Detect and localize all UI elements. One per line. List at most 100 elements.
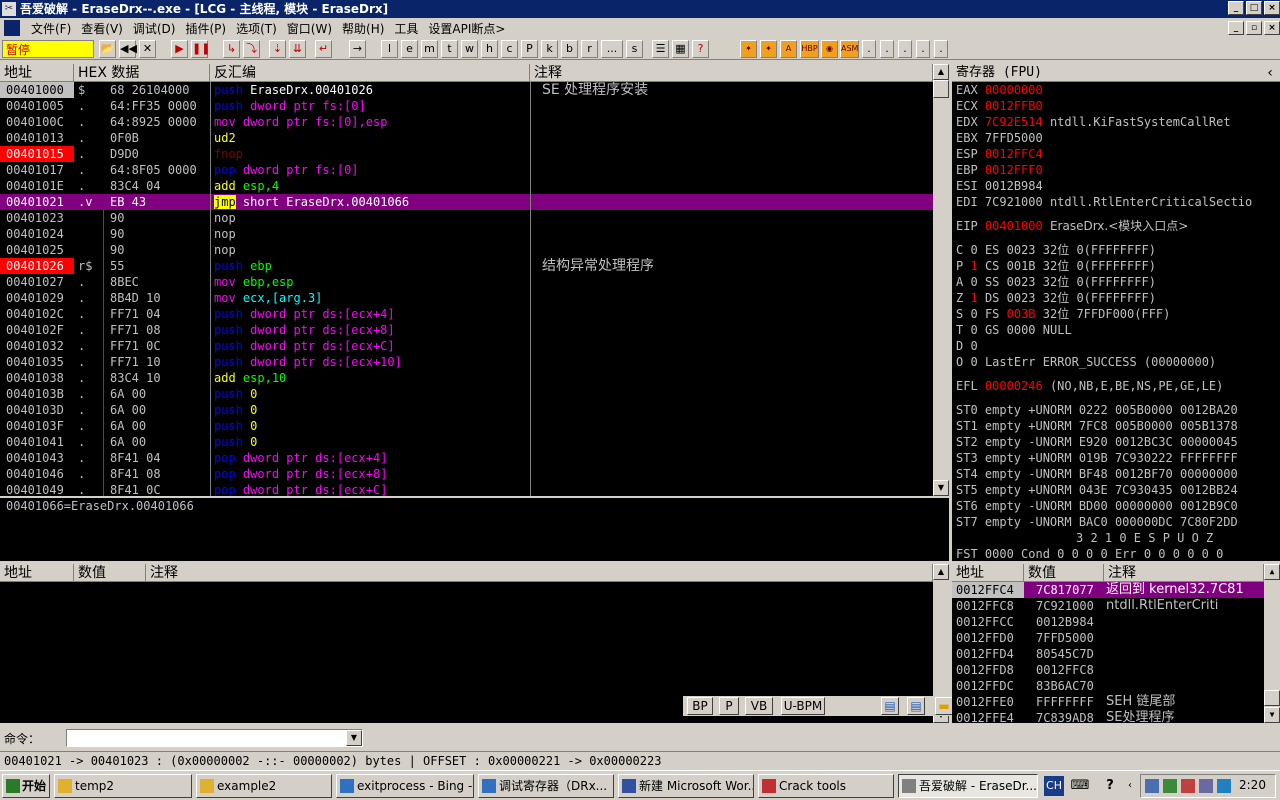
fpu-register[interactable]: ST1 empty +UNORM 7FC8 005B0000 005B1378	[956, 418, 1238, 434]
tray-monitor-icon[interactable]	[1199, 779, 1213, 793]
view-button-9[interactable]: b	[561, 40, 578, 58]
execute-till-return-icon[interactable]: ↵	[315, 40, 332, 58]
pause-icon[interactable]: ❚❚	[191, 40, 210, 58]
disasm-row[interactable]: 00401032. FF71 0C push dword ptr ds:[ecx+C…	[0, 338, 933, 354]
view-button-1[interactable]: e	[401, 40, 418, 58]
fpu-register[interactable]: ST3 empty +UNORM 019B 7C930222 FFFFFFFF	[956, 450, 1238, 466]
chevron-down-icon[interactable]: ▼	[346, 730, 362, 746]
bp-button[interactable]: BP	[687, 697, 713, 715]
asm-button[interactable]: ASM	[840, 40, 859, 58]
menu-item-6[interactable]: 帮助(H)	[337, 20, 389, 37]
close-process-icon[interactable]: ✕	[139, 40, 156, 58]
tray-expand-icon[interactable]: ‹	[1128, 776, 1138, 796]
fpu-flag-header[interactable]: 3 2 1 0 E S P U O Z	[1076, 530, 1213, 546]
flag-row[interactable]: P 1 CS 001B 32位 0(FFFFFFFF)	[956, 258, 1156, 274]
fpu-status[interactable]: FST 0000 Cond 0 0 0 0 Err 0 0 0 0 0 0	[956, 546, 1223, 561]
stack-pane[interactable]: 地址 数值 注释 0012FFC4 7C817077 返回到 kernel32.7C…	[952, 564, 1280, 723]
disasm-row[interactable]: 0040103B. 6A 00 push 0	[0, 386, 933, 402]
flag-row[interactable]: S 0 FS 003B 32位 7FFDF000(FFF)	[956, 306, 1170, 322]
register-edx[interactable]: EDX 7C92E514 ntdll.KiFastSystemCallRet	[956, 114, 1231, 130]
ubpm-button[interactable]: U-BPM	[781, 697, 825, 715]
stack-scroll-down-icon[interactable]: ▼	[1264, 707, 1280, 723]
flag-row[interactable]: C 0 ES 0023 32位 0(FFFFFFFF)	[956, 242, 1156, 258]
col-disasm[interactable]: 反汇编	[210, 64, 530, 82]
mdi-close-icon[interactable]: ×	[1264, 21, 1280, 35]
stack-row[interactable]: 0012FFD0 7FFD5000	[952, 630, 1264, 646]
tray-app-icon[interactable]	[1181, 779, 1195, 793]
list-icon[interactable]: ☰	[652, 40, 669, 58]
register-ecx[interactable]: ECX 0012FFB0	[956, 98, 1043, 114]
tray-status-icon[interactable]	[1217, 779, 1231, 793]
menu-item-4[interactable]: 选项(T)	[231, 20, 282, 37]
view-button-2[interactable]: m	[421, 40, 438, 58]
taskbar-item[interactable]: example2	[196, 774, 332, 798]
view-button-3[interactable]: t	[441, 40, 458, 58]
taskbar-item[interactable]: temp2	[54, 774, 192, 798]
open-icon[interactable]: 📂	[99, 40, 116, 58]
fpu-register[interactable]: ST4 empty -UNORM BF48 0012BF70 00000000	[956, 466, 1238, 482]
scroll-up-icon[interactable]: ▲	[933, 64, 949, 80]
fpu-register[interactable]: ST7 empty -UNORM BAC0 000000DC 7C80F2DD	[956, 514, 1238, 530]
disasm-row[interactable]: 00401041. 6A 00 push 0	[0, 434, 933, 450]
disasm-row[interactable]: 00401026 r$ 55 push ebp 结构异常处理程序	[0, 258, 933, 274]
menu-item-7[interactable]: 工具	[389, 20, 423, 37]
chevron-left-icon[interactable]: ‹	[1262, 64, 1280, 82]
menu-item-0[interactable]: 文件(F)	[26, 20, 76, 37]
stack-col-value[interactable]: 数值	[1024, 564, 1104, 582]
menu-item-1[interactable]: 查看(V)	[76, 20, 128, 37]
view-button-7[interactable]: P	[521, 40, 538, 58]
tray-network-icon[interactable]	[1145, 779, 1159, 793]
minimize-icon[interactable]: _	[1228, 1, 1244, 15]
disasm-row[interactable]: 0040102F. FF71 08 push dword ptr ds:[ecx+8…	[0, 322, 933, 338]
stack-row[interactable]: 0012FFD8 0012FFC8	[952, 662, 1264, 678]
hbp-button[interactable]: HBP	[800, 40, 819, 58]
disasm-row[interactable]: 00401029. 8B4D 10 mov ecx,[arg.3]	[0, 290, 933, 306]
command-input[interactable]: ▼	[66, 729, 363, 747]
disasm-row[interactable]: 00401000 $68 26104000 push EraseDrx.004010…	[0, 82, 933, 98]
stack-col-comment[interactable]: 注释	[1104, 564, 1264, 582]
stack-row[interactable]: 0012FFE0 FFFFFFFF SEH 链尾部	[952, 694, 1264, 710]
stack-scroll-thumb[interactable]	[1264, 690, 1280, 706]
help-icon[interactable]: ?	[692, 40, 709, 58]
trace-over-icon[interactable]: ⇊	[289, 40, 306, 58]
disasm-row[interactable]: 00401043. 8F41 04 pop dword ptr ds:[ecx+4]	[0, 450, 933, 466]
tray-security-icon[interactable]	[1163, 779, 1177, 793]
scroll-down-icon[interactable]: ▼	[933, 480, 949, 496]
view-button-5[interactable]: h	[481, 40, 498, 58]
menu-item-2[interactable]: 调试(D)	[128, 20, 181, 37]
p-button[interactable]: P	[719, 697, 739, 715]
help-tray-icon[interactable]: ?	[1100, 776, 1120, 796]
view-button-0[interactable]: l	[381, 40, 398, 58]
stack-row[interactable]: 0012FFE4 7C839AD8 SE处理程序	[952, 710, 1264, 723]
taskbar-item[interactable]: 吾爱破解 - EraseDr...	[898, 774, 1038, 798]
menu-item-5[interactable]: 窗口(W)	[282, 20, 337, 37]
close-icon[interactable]: ×	[1264, 1, 1280, 15]
disasm-row[interactable]: 0040103F. 6A 00 push 0	[0, 418, 933, 434]
step-into-icon[interactable]: ↳	[223, 40, 240, 58]
col-address[interactable]: 地址	[0, 64, 74, 82]
view-button-6[interactable]: c	[501, 40, 518, 58]
stack-row[interactable]: 0012FFD4 80545C7D	[952, 646, 1264, 662]
register-eip[interactable]: EIP 00401000 EraseDrx.<模块入口点>	[956, 218, 1188, 234]
view-button-4[interactable]: w	[461, 40, 478, 58]
dump-scroll-up-icon[interactable]: ▲	[933, 564, 949, 580]
taskbar-item[interactable]: 调试寄存器（DRx...	[478, 774, 614, 798]
register-ebx[interactable]: EBX 7FFD5000	[956, 130, 1043, 146]
plugin3-icon[interactable]: A	[780, 40, 797, 58]
start-button[interactable]: 开始	[2, 774, 50, 798]
disasm-row[interactable]: 00401049. 8F41 0C pop dword ptr ds:[ecx+C]	[0, 482, 933, 496]
dump-col-value[interactable]: 数值	[74, 564, 146, 582]
notes-icon[interactable]: ▤	[907, 697, 925, 715]
disasm-row[interactable]: 0040101E. 83C4 04 add esp,4	[0, 178, 933, 194]
plugin5-icon[interactable]: ◉	[821, 40, 838, 58]
step-over-icon[interactable]: ⤵	[243, 40, 260, 58]
flag-row[interactable]: O 0 LastErr ERROR_SUCCESS (00000000)	[956, 354, 1216, 370]
plugin2-icon[interactable]: ✦	[760, 40, 777, 58]
flag-row[interactable]: Z 1 DS 0023 32位 0(FFFFFFFF)	[956, 290, 1156, 306]
plugin1-icon[interactable]: ✦	[740, 40, 757, 58]
disasm-row[interactable]: 00401017. 64:8F05 0000 pop dword ptr fs:[0…	[0, 162, 933, 178]
fpu-register[interactable]: ST0 empty +UNORM 0222 005B0000 0012BA20	[956, 402, 1238, 418]
doc-icon[interactable]: ▤	[881, 697, 899, 715]
taskbar-item[interactable]: 新建 Microsoft Wor...	[618, 774, 754, 798]
maximize-icon[interactable]: □	[1246, 1, 1262, 15]
